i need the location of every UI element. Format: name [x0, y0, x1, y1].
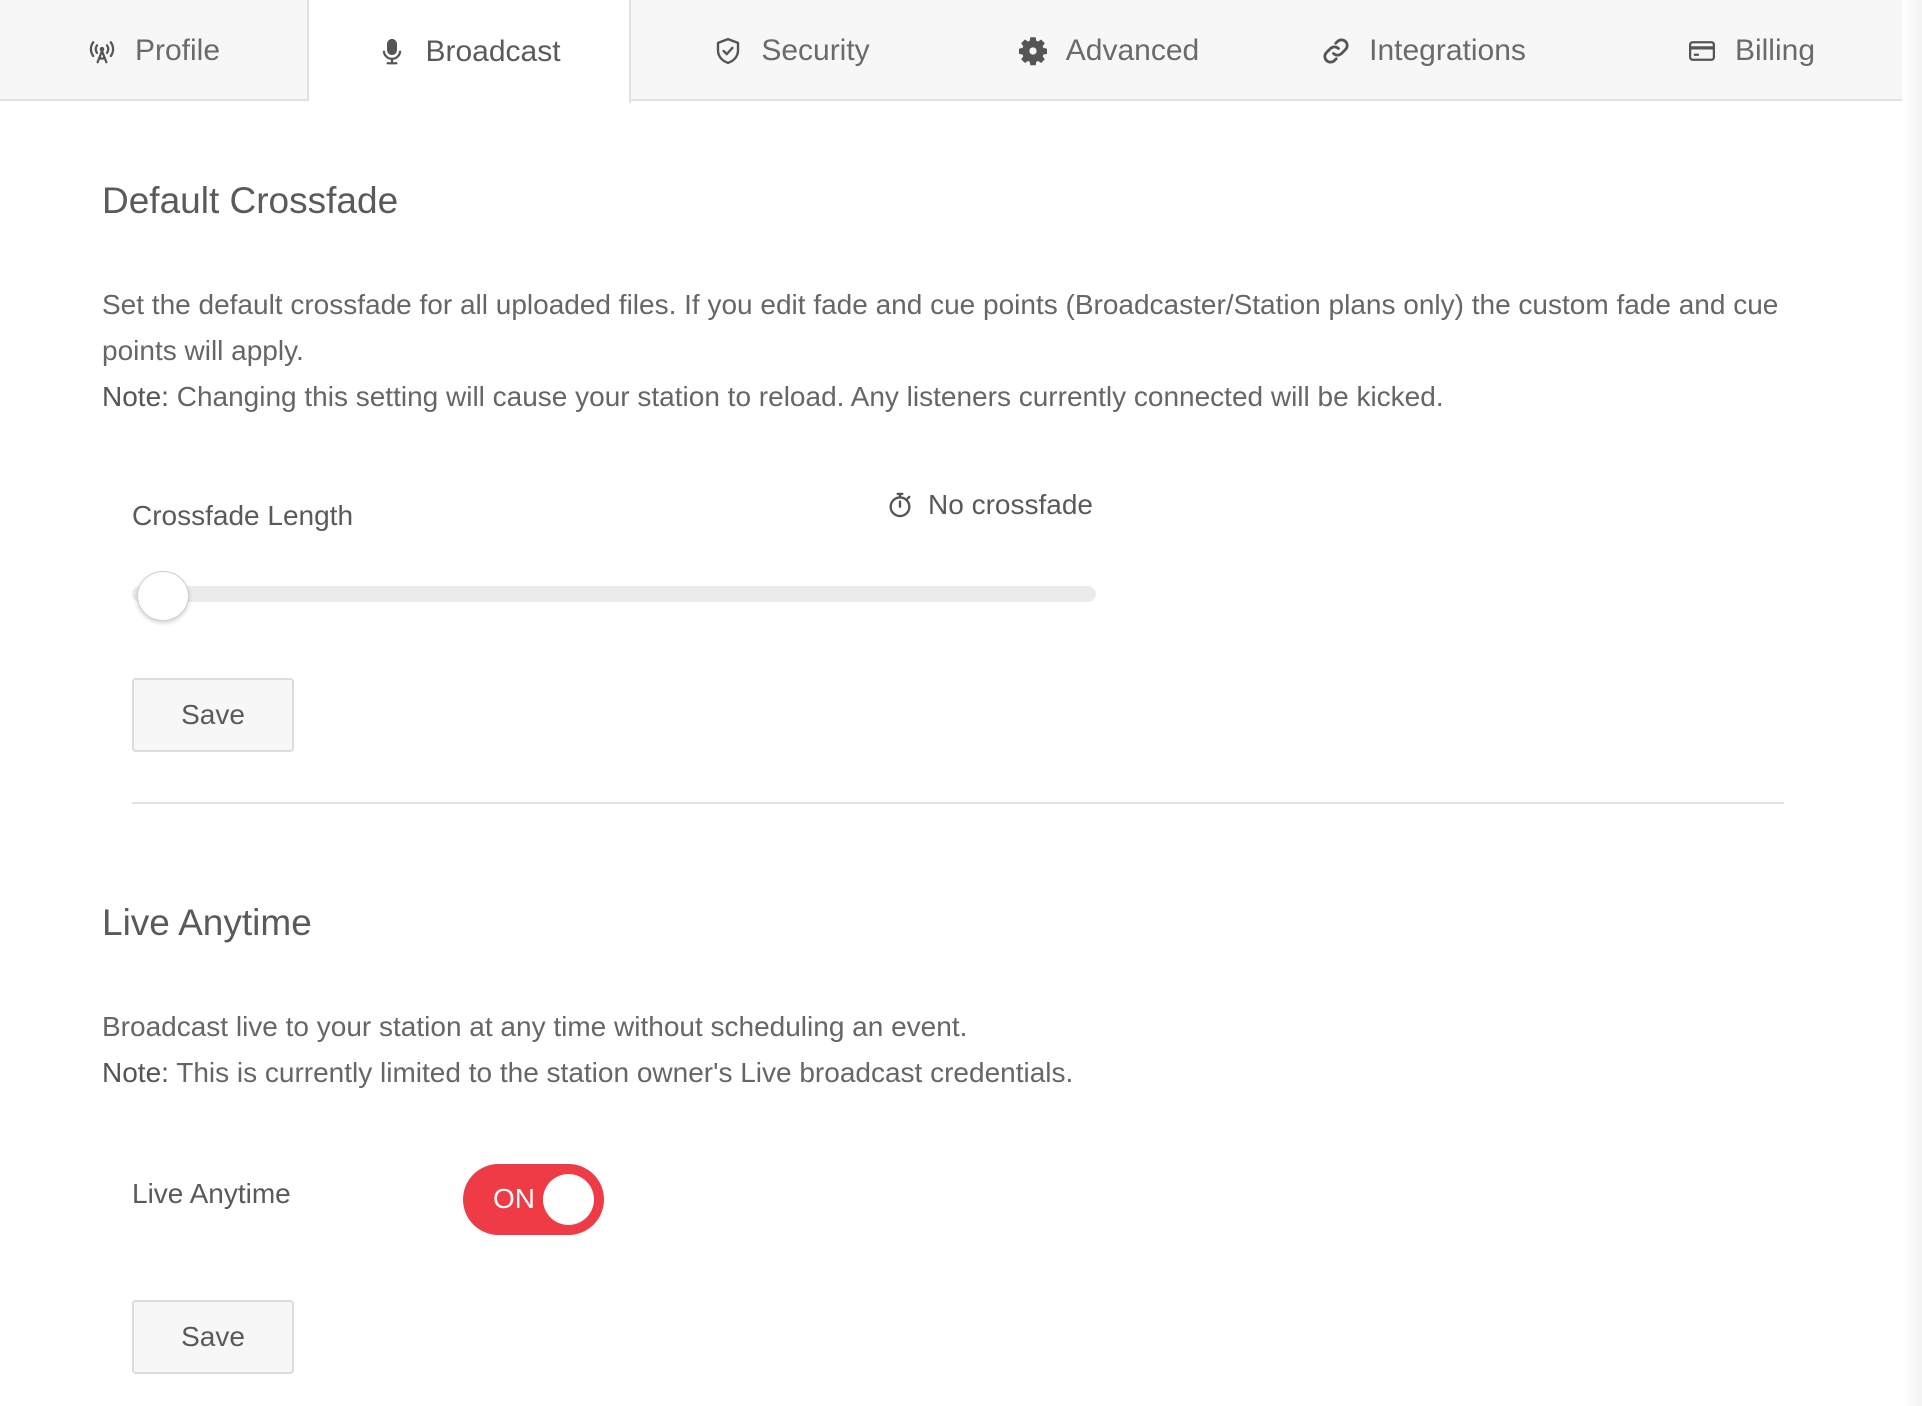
crossfade-save-button[interactable]: Save [132, 678, 294, 752]
tab-billing[interactable]: Billing [1582, 0, 1920, 101]
tab-broadcast[interactable]: Broadcast [309, 0, 631, 103]
stopwatch-icon [889, 492, 911, 518]
section-divider [132, 802, 1784, 804]
toggle-knob [543, 1174, 594, 1225]
crossfade-description-text: Set the default crossfade for all upload… [102, 289, 1779, 366]
crossfade-description: Set the default crossfade for all upload… [102, 282, 1802, 420]
live-anytime-save-button[interactable]: Save [132, 1300, 294, 1374]
live-anytime-section-title: Live Anytime [102, 902, 312, 943]
live-anytime-description-text: Broadcast live to your station at any ti… [102, 1011, 968, 1042]
settings-tabs: Profile Broadcast Security Advanced Inte… [0, 0, 1922, 103]
crossfade-status: No crossfade [886, 489, 1093, 521]
live-anytime-description: Broadcast live to your station at any ti… [102, 1004, 1802, 1096]
tab-label: Broadcast [425, 34, 561, 68]
tab-label: Profile [134, 33, 221, 67]
gear-icon [1018, 36, 1047, 65]
tab-label: Billing [1734, 33, 1816, 67]
credit-card-icon [1688, 40, 1715, 61]
crossfade-length-label: Crossfade Length [132, 500, 354, 531]
link-icon [1323, 37, 1349, 64]
crossfade-slider-thumb[interactable] [137, 571, 189, 621]
note-text: This is currently limited to the station… [168, 1057, 1074, 1088]
tab-advanced[interactable]: Advanced [952, 0, 1265, 101]
page-edge-shade [1902, 0, 1922, 1406]
broadcast-tower-icon [89, 40, 115, 63]
crossfade-status-text: No crossfade [928, 489, 1093, 520]
tab-integrations[interactable]: Integrations [1265, 0, 1582, 101]
crossfade-slider-track[interactable] [132, 586, 1096, 602]
shield-check-icon [717, 37, 740, 64]
note-text: Changing this setting will cause your st… [168, 381, 1444, 412]
note-label: Note: [102, 381, 169, 412]
microphone-icon [383, 38, 402, 64]
note-label: Note: [102, 1057, 169, 1088]
live-anytime-note: Note: This is currently limited to the s… [102, 1050, 1802, 1096]
tab-label: Security [761, 33, 870, 67]
crossfade-section-title: Default Crossfade [102, 180, 399, 221]
settings-page: Profile Broadcast Security Advanced Inte… [0, 0, 1922, 1406]
tab-security[interactable]: Security [631, 0, 952, 101]
toggle-state-text: ON [493, 1183, 535, 1214]
tab-label: Advanced [1065, 33, 1200, 67]
tab-label: Integrations [1369, 33, 1526, 67]
live-anytime-label: Live Anytime [132, 1178, 291, 1209]
tab-profile[interactable]: Profile [0, 0, 309, 101]
live-anytime-toggle[interactable]: ON [463, 1164, 604, 1235]
crossfade-note: Note: Changing this setting will cause y… [102, 374, 1802, 420]
